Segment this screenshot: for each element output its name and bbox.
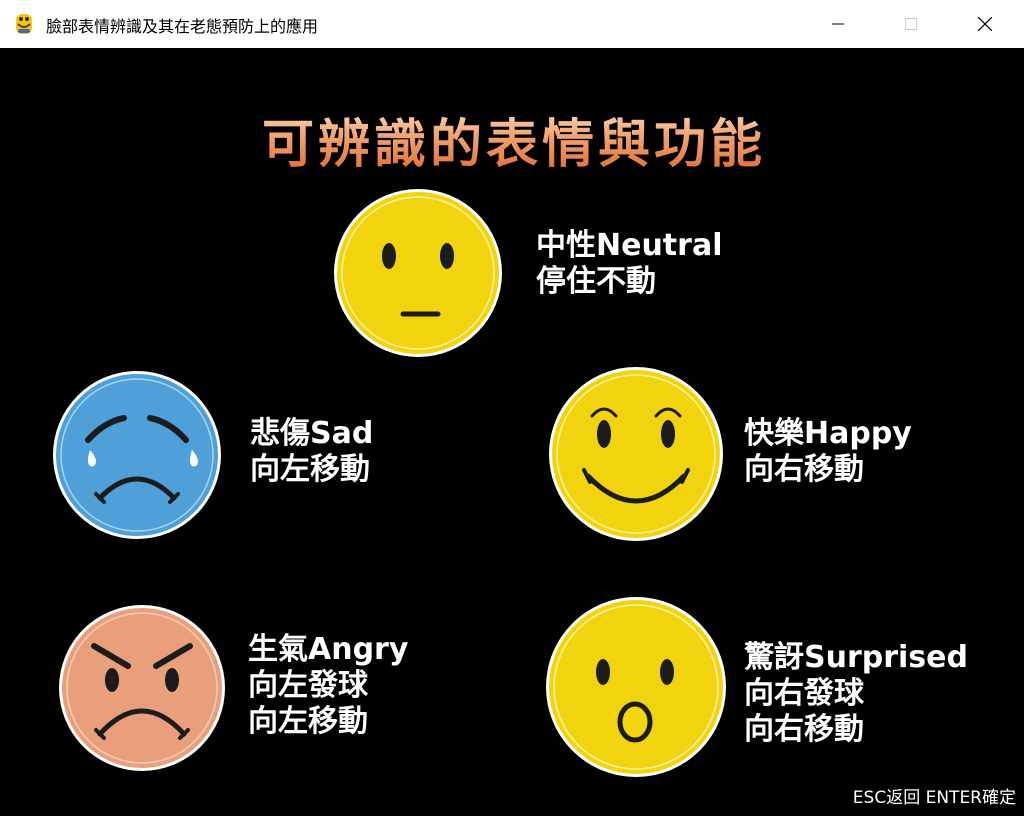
minimize-button[interactable] [815, 0, 861, 48]
happy-face-icon [549, 367, 723, 541]
sad-action: 向左移動 [250, 452, 370, 487]
neutral-face-fill [337, 192, 499, 354]
angry-action-1: 向左發球 [248, 668, 368, 703]
window-titlebar: 臉部表情辨識及其在老態預防上的應用 [0, 0, 1024, 48]
neutral-face-icon [334, 189, 502, 357]
angry-name: 生氣Angry [248, 632, 409, 667]
close-button[interactable] [962, 0, 1008, 48]
python-icon [16, 14, 32, 34]
surprised-face-icon [546, 597, 726, 777]
minimize-icon [832, 23, 844, 25]
happy-face-fill [552, 370, 720, 538]
angry-face-fill [62, 608, 222, 768]
angry-action-2: 向左移動 [248, 704, 368, 739]
window-title: 臉部表情辨識及其在老態預防上的應用 [46, 17, 319, 36]
happy-label: 快樂Happy 向右移動 [744, 416, 912, 488]
page-heading: 可辨識的表情與功能 [0, 102, 1024, 177]
neutral-name: 中性Neutral [536, 228, 723, 263]
angry-face-icon [59, 605, 225, 771]
surprised-action-1: 向右發球 [744, 676, 864, 711]
maximize-icon [905, 18, 917, 30]
sad-label: 悲傷Sad 向左移動 [250, 416, 373, 488]
keyboard-hint: ESC返回 ENTER確定 [852, 788, 1016, 808]
happy-name: 快樂Happy [744, 416, 912, 451]
surprised-action-2: 向右移動 [744, 712, 864, 747]
surprised-face-fill [549, 600, 723, 774]
sad-face-icon [53, 371, 221, 539]
surprised-label: 驚訝Surprised 向右發球 向右移動 [744, 640, 968, 748]
close-icon [978, 17, 992, 31]
maximize-button[interactable] [888, 0, 934, 48]
game-canvas[interactable]: 可辨識的表情與功能 中性Neutral 停住不動 悲傷Sad 向左移動 快樂Ha… [0, 48, 1024, 816]
neutral-label: 中性Neutral 停住不動 [536, 228, 722, 300]
neutral-action: 停住不動 [536, 264, 656, 299]
happy-action: 向右移動 [744, 452, 864, 487]
surprised-name: 驚訝Surprised [744, 640, 968, 675]
angry-label: 生氣Angry 向左發球 向左移動 [248, 632, 408, 740]
sad-name: 悲傷Sad [250, 416, 374, 451]
